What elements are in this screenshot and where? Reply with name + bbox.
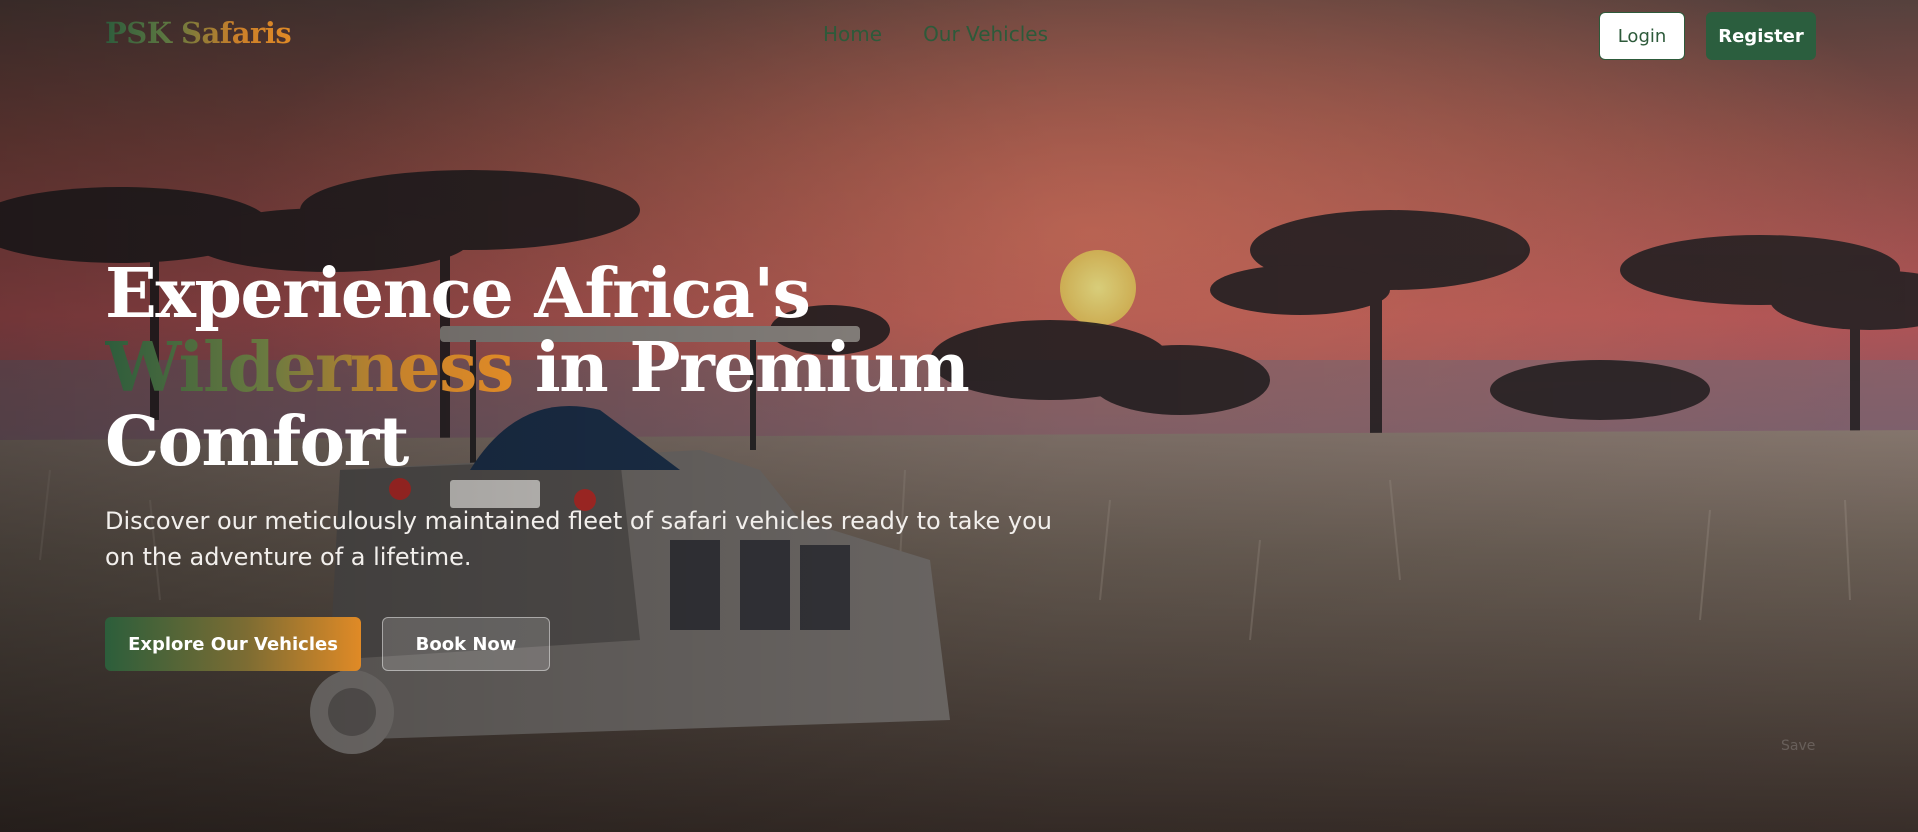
hero-title-rest: in Premium	[512, 328, 970, 408]
nav-home-link[interactable]: Home	[823, 22, 882, 46]
explore-vehicles-button[interactable]: Explore Our Vehicles	[105, 617, 361, 671]
hero-subtitle: Discover our meticulously maintained fle…	[105, 507, 1053, 571]
hero-title: Experience Africa's Wilderness in Premiu…	[105, 257, 1105, 479]
brand-logo[interactable]: PSK Safaris	[105, 16, 292, 50]
login-button[interactable]: Login	[1599, 12, 1685, 60]
hero-title-line1: Experience Africa's	[105, 254, 811, 334]
book-now-button[interactable]: Book Now	[382, 617, 550, 671]
top-navbar: PSK Safaris Home Our Vehicles Login Regi…	[0, 0, 1918, 74]
register-button[interactable]: Register	[1706, 12, 1816, 60]
hero-cta-row: Explore Our Vehicles Book Now	[105, 617, 1105, 671]
hero-title-accent: Wilderness	[105, 328, 514, 408]
faint-corner-text: Save	[1781, 738, 1816, 754]
hero-content: Experience Africa's Wilderness in Premiu…	[105, 257, 1105, 671]
nav-links: Home Our Vehicles	[823, 22, 1048, 46]
hero-title-line3: Comfort	[105, 402, 409, 482]
hero-section: PSK Safaris Home Our Vehicles Login Regi…	[0, 0, 1918, 832]
nav-our-vehicles-link[interactable]: Our Vehicles	[923, 22, 1048, 46]
